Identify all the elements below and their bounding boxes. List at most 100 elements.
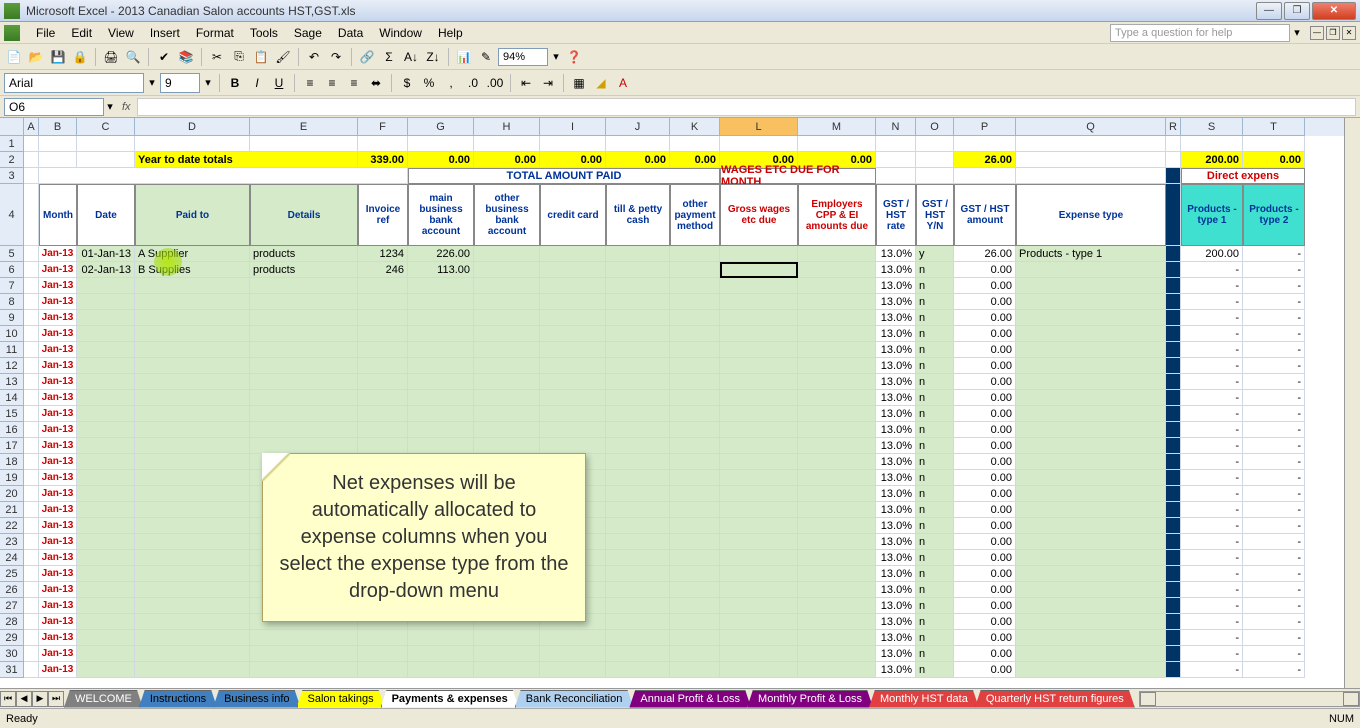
formula-input[interactable] xyxy=(137,98,1356,116)
date-cell[interactable] xyxy=(77,566,135,582)
paidto-cell[interactable] xyxy=(135,566,250,582)
month-cell[interactable]: Jan-13 xyxy=(39,294,77,310)
s-cell[interactable]: - xyxy=(1181,518,1243,534)
control-icon[interactable] xyxy=(4,25,20,41)
zoom-select[interactable]: 94% xyxy=(498,48,548,66)
gross-cell[interactable] xyxy=(720,518,798,534)
month-cell[interactable]: Jan-13 xyxy=(39,390,77,406)
exp-cell[interactable] xyxy=(1016,470,1166,486)
t-cell[interactable]: - xyxy=(1243,278,1305,294)
format-painter-icon[interactable]: 🖌 xyxy=(273,47,293,67)
rate-cell[interactable]: 13.0% xyxy=(876,646,916,662)
doc-restore-button[interactable]: ❐ xyxy=(1326,26,1340,40)
paidto-cell[interactable] xyxy=(135,630,250,646)
cell[interactable] xyxy=(24,136,39,152)
fill-color-icon[interactable]: ◢ xyxy=(591,73,611,93)
s-cell[interactable]: - xyxy=(1181,566,1243,582)
ref-cell[interactable] xyxy=(358,294,408,310)
menu-tools[interactable]: Tools xyxy=(242,24,286,42)
yn-cell[interactable]: n xyxy=(916,406,954,422)
row-header-3[interactable]: 3 xyxy=(0,168,24,184)
gross-cell[interactable] xyxy=(720,390,798,406)
hyperlink-icon[interactable]: 🔗 xyxy=(357,47,377,67)
amt-cell[interactable]: 0.00 xyxy=(954,470,1016,486)
yn-cell[interactable]: n xyxy=(916,262,954,278)
col-header-L[interactable]: L xyxy=(720,118,798,136)
month-cell[interactable]: Jan-13 xyxy=(39,630,77,646)
ytd-T[interactable]: 0.00 xyxy=(1243,152,1305,168)
tab-next-button[interactable]: ▶ xyxy=(32,691,48,707)
row-header-11[interactable]: 11 xyxy=(0,342,24,358)
cell[interactable] xyxy=(916,136,954,152)
exp-cell[interactable] xyxy=(1016,278,1166,294)
amt-cell[interactable]: 0.00 xyxy=(954,646,1016,662)
col-title[interactable]: GST / HST Y/N xyxy=(916,184,954,246)
month-cell[interactable]: Jan-13 xyxy=(39,550,77,566)
paidto-cell[interactable] xyxy=(135,374,250,390)
cut-icon[interactable]: ✂ xyxy=(207,47,227,67)
s-cell[interactable]: - xyxy=(1181,422,1243,438)
main-cell[interactable] xyxy=(408,310,474,326)
rate-cell[interactable]: 13.0% xyxy=(876,662,916,678)
paidto-cell[interactable] xyxy=(135,438,250,454)
t-cell[interactable]: - xyxy=(1243,486,1305,502)
gross-cell[interactable] xyxy=(720,342,798,358)
ytd-G[interactable]: 0.00 xyxy=(408,152,474,168)
row-header-20[interactable]: 20 xyxy=(0,486,24,502)
cell[interactable] xyxy=(798,136,876,152)
rate-cell[interactable]: 13.0% xyxy=(876,582,916,598)
paidto-cell[interactable] xyxy=(135,294,250,310)
gross-cell[interactable] xyxy=(720,502,798,518)
col-header-A[interactable]: A xyxy=(24,118,39,136)
amt-cell[interactable]: 0.00 xyxy=(954,422,1016,438)
select-all-corner[interactable] xyxy=(0,118,24,136)
col-header-S[interactable]: S xyxy=(1181,118,1243,136)
sheet-tab[interactable]: Monthly HST data xyxy=(869,690,979,708)
t-cell[interactable]: - xyxy=(1243,566,1305,582)
row-header-31[interactable]: 31 xyxy=(0,662,24,678)
yn-cell[interactable]: n xyxy=(916,278,954,294)
date-cell[interactable] xyxy=(77,614,135,630)
row-header-13[interactable]: 13 xyxy=(0,374,24,390)
exp-cell[interactable] xyxy=(1016,390,1166,406)
cell[interactable] xyxy=(474,136,540,152)
row-header-27[interactable]: 27 xyxy=(0,598,24,614)
yn-cell[interactable]: n xyxy=(916,310,954,326)
cell[interactable] xyxy=(1166,136,1181,152)
yn-cell[interactable]: n xyxy=(916,502,954,518)
s-cell[interactable]: - xyxy=(1181,598,1243,614)
gross-cell[interactable] xyxy=(720,358,798,374)
month-cell[interactable]: Jan-13 xyxy=(39,582,77,598)
main-cell[interactable] xyxy=(408,630,474,646)
paidto-cell[interactable] xyxy=(135,582,250,598)
amt-cell[interactable]: 0.00 xyxy=(954,566,1016,582)
minimize-button[interactable]: — xyxy=(1256,2,1282,20)
col-header-J[interactable]: J xyxy=(606,118,670,136)
rate-cell[interactable]: 13.0% xyxy=(876,614,916,630)
ref-cell[interactable] xyxy=(358,422,408,438)
rate-cell[interactable]: 13.0% xyxy=(876,454,916,470)
amt-cell[interactable]: 0.00 xyxy=(954,278,1016,294)
row-header-4[interactable]: 4 xyxy=(0,184,24,246)
col-title[interactable]: main business bank account xyxy=(408,184,474,246)
month-cell[interactable]: Jan-13 xyxy=(39,326,77,342)
col-header-O[interactable]: O xyxy=(916,118,954,136)
amt-cell[interactable]: 0.00 xyxy=(954,342,1016,358)
font-size-select[interactable]: 9 xyxy=(160,73,200,93)
yn-cell[interactable]: n xyxy=(916,614,954,630)
paidto-cell[interactable] xyxy=(135,646,250,662)
s-cell[interactable]: - xyxy=(1181,390,1243,406)
menu-help[interactable]: Help xyxy=(430,24,471,42)
amt-cell[interactable]: 0.00 xyxy=(954,358,1016,374)
amt-cell[interactable]: 0.00 xyxy=(954,502,1016,518)
details-cell[interactable] xyxy=(250,310,358,326)
sheet-tab[interactable]: Salon takings xyxy=(297,690,385,708)
scroll-left-button[interactable] xyxy=(1140,692,1156,706)
col-header-I[interactable]: I xyxy=(540,118,606,136)
date-cell[interactable] xyxy=(77,518,135,534)
paidto-cell[interactable] xyxy=(135,310,250,326)
amt-cell[interactable]: 0.00 xyxy=(954,374,1016,390)
fx-icon[interactable]: fx xyxy=(122,101,131,113)
row-header-28[interactable]: 28 xyxy=(0,614,24,630)
t-cell[interactable]: - xyxy=(1243,662,1305,678)
